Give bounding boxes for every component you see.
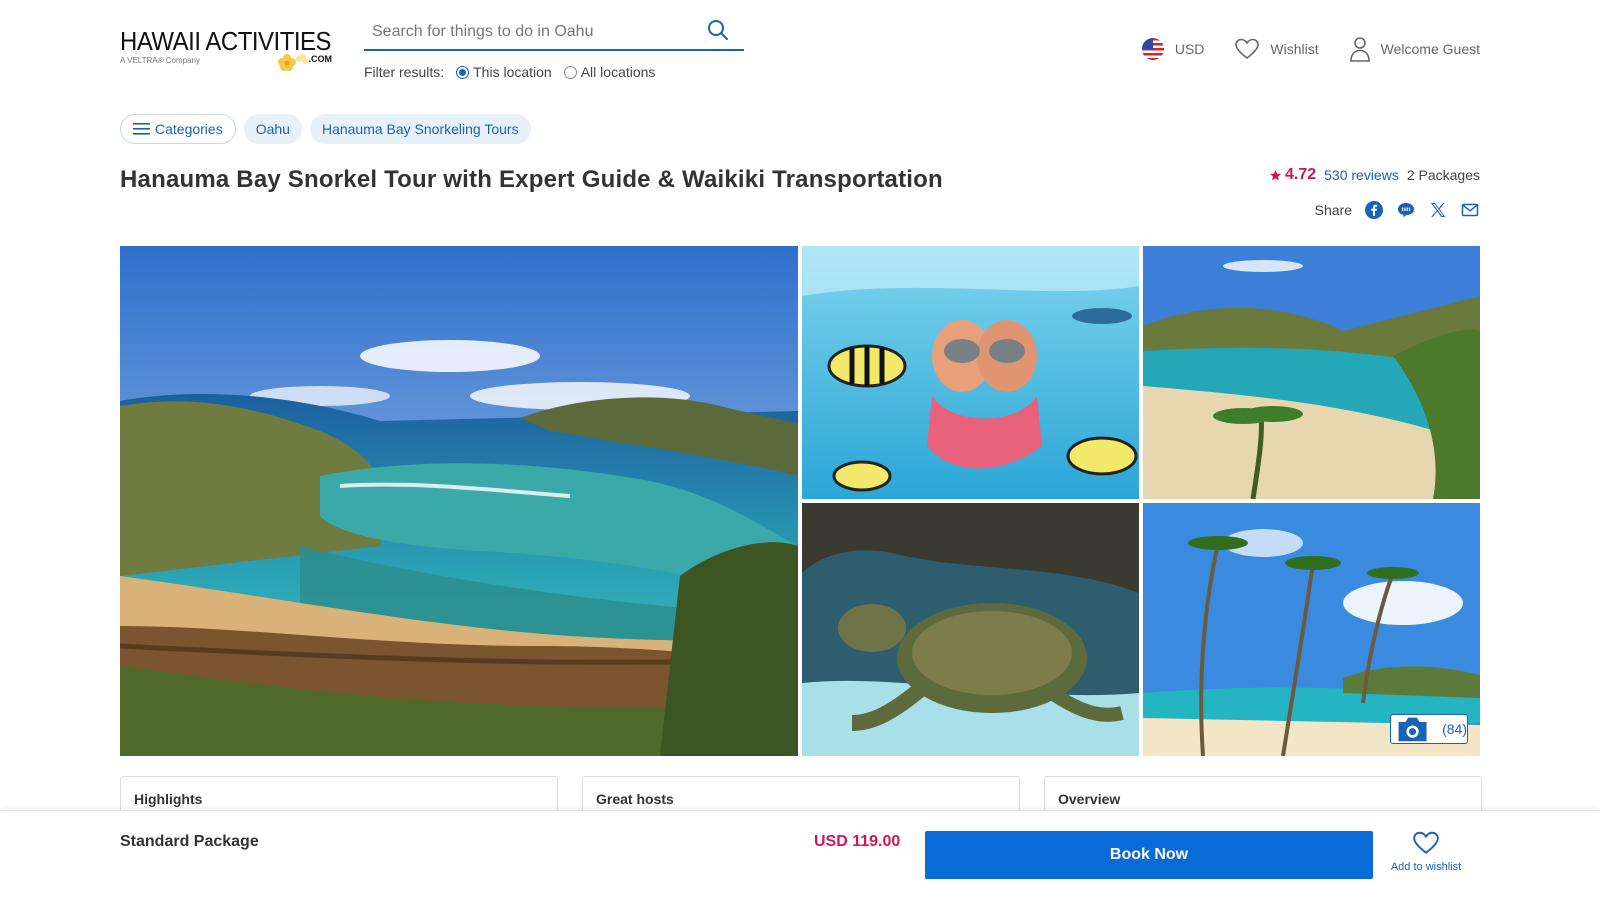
search-input[interactable]: [364, 20, 694, 44]
highlights-heading: Highlights: [134, 791, 203, 807]
photo-count-button[interactable]: (84): [1390, 714, 1468, 744]
logo-subtext: A VELTRA® Company: [120, 56, 200, 65]
search-bar: [364, 14, 744, 51]
categories-button[interactable]: Categories: [120, 114, 236, 144]
sea-turtle-image: [802, 503, 1139, 756]
wishlist-label: Wishlist: [1270, 41, 1319, 57]
line-icon[interactable]: [1396, 200, 1416, 220]
overview-heading: Overview: [1058, 791, 1121, 807]
currency-label: USD: [1174, 41, 1205, 57]
wishlist-link[interactable]: Wishlist: [1234, 38, 1319, 60]
beach-aerial-image: [1143, 246, 1480, 499]
filter-label: Filter results:: [364, 64, 445, 80]
heart-outline-icon: [1413, 831, 1439, 854]
site-header: HAWAII ACTIVITIES A VELTRA® Company .COM…: [0, 0, 1600, 100]
filter-this-location[interactable]: This location: [456, 64, 552, 80]
radio-selected-icon: [456, 65, 470, 79]
gallery-photo-snorkelers[interactable]: [802, 246, 1139, 499]
us-flag-icon: [1141, 38, 1164, 60]
camera-icon: [1398, 717, 1427, 742]
booking-bar: Standard Package USD 119.00 Book Now Add…: [0, 810, 1600, 900]
rating-value: 4.72: [1284, 166, 1317, 183]
share-label: Share: [1314, 202, 1352, 218]
logo-com: .COM: [308, 54, 333, 64]
categories-label: Categories: [155, 121, 223, 137]
search-filter: Filter results: This location All locati…: [364, 64, 655, 80]
star-icon: [1270, 169, 1281, 180]
radio-unselected-icon: [563, 65, 577, 79]
add-to-wishlist-label: Add to wishlist: [1390, 861, 1462, 873]
gallery-photo-palms[interactable]: (84): [1143, 503, 1480, 756]
top-nav: USD Wishlist Welcome Guest: [1141, 36, 1480, 62]
snorkelers-image: [802, 246, 1139, 499]
add-to-wishlist-button[interactable]: Add to wishlist: [1386, 831, 1466, 873]
packages-count: 2 Packages: [1406, 167, 1480, 183]
bay-landscape-image: [120, 246, 798, 756]
gallery-photo-main-bay[interactable]: [120, 246, 798, 756]
user-icon: [1349, 37, 1370, 62]
site-logo[interactable]: HAWAII ACTIVITIES A VELTRA® Company .COM: [120, 28, 342, 74]
currency-selector[interactable]: USD: [1141, 37, 1205, 61]
photo-gallery: (84): [120, 246, 1480, 756]
breadcrumb: Categories Oahu Hanauma Bay Snorkeling T…: [120, 114, 531, 144]
filter-option-label: All locations: [580, 64, 656, 80]
great-hosts-heading: Great hosts: [596, 791, 674, 807]
account-menu[interactable]: Welcome Guest: [1349, 36, 1480, 62]
breadcrumb-oahu[interactable]: Oahu: [243, 114, 302, 144]
x-twitter-icon[interactable]: [1428, 200, 1448, 220]
menu-icon: [133, 123, 150, 135]
gallery-photo-beach[interactable]: [1143, 246, 1480, 499]
heart-icon: [1235, 38, 1260, 60]
reviews-link[interactable]: 530 reviews: [1324, 167, 1399, 183]
facebook-icon[interactable]: [1364, 200, 1384, 220]
photo-count-label: (84): [1442, 721, 1467, 737]
rating-score: 4.72: [1269, 166, 1316, 184]
rating-summary: 4.72 530 reviews 2 Packages: [1269, 166, 1480, 184]
page-title: Hanauma Bay Snorkel Tour with Expert Gui…: [120, 166, 943, 193]
filter-all-locations[interactable]: All locations: [563, 64, 656, 80]
breadcrumb-snorkeling-tours[interactable]: Hanauma Bay Snorkeling Tours: [309, 114, 531, 144]
account-label: Welcome Guest: [1380, 41, 1480, 57]
search-icon[interactable]: [706, 18, 730, 42]
gallery-photo-turtle[interactable]: [802, 503, 1139, 756]
package-price: USD 119.00: [814, 833, 901, 850]
plumeria-icon: [278, 54, 308, 71]
email-icon[interactable]: [1460, 200, 1480, 220]
package-name: Standard Package: [120, 833, 259, 850]
share-bar: Share: [1315, 200, 1480, 220]
filter-option-label: This location: [473, 64, 552, 80]
book-now-button[interactable]: Book Now: [925, 831, 1373, 879]
